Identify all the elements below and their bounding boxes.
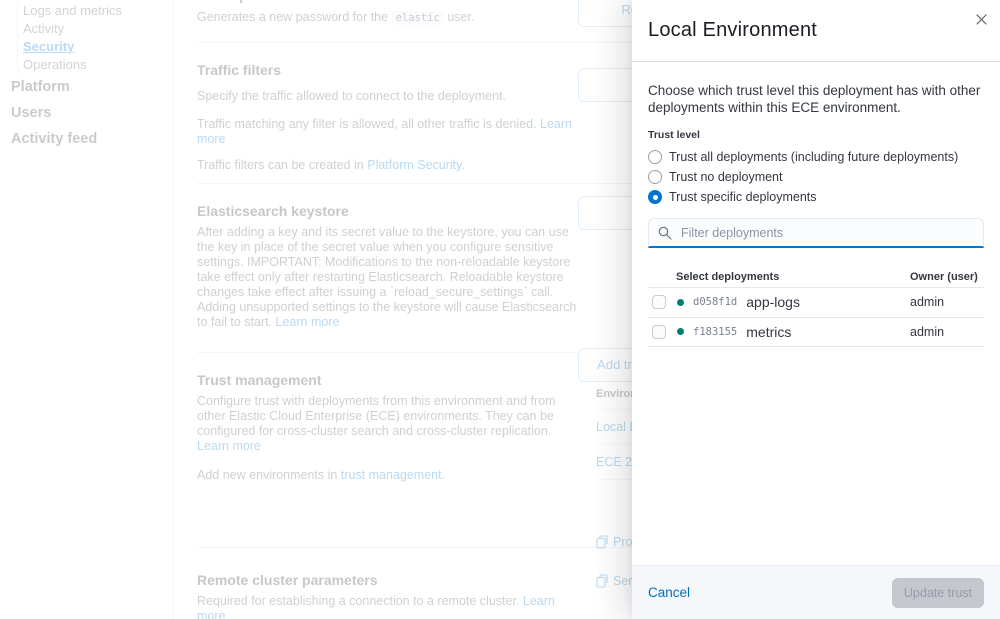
radio-selected-icon <box>648 190 662 204</box>
health-dot-icon <box>677 328 684 335</box>
deployment-owner: admin <box>910 295 984 309</box>
deployment-id: f183155 <box>693 326 737 338</box>
row-checkbox[interactable] <box>652 295 666 309</box>
radio-icon <box>648 170 662 184</box>
deployment-id: d058f1d <box>693 296 737 308</box>
update-trust-button[interactable]: Update trust <box>892 578 984 608</box>
filter-deployments-input[interactable] <box>648 218 984 248</box>
trust-level-label: Trust level <box>648 129 984 141</box>
deployment-name-link[interactable]: app-logs <box>746 294 800 310</box>
trust-level-radio-group: Trust all deployments (including future … <box>648 147 984 207</box>
flyout-intro-text: Choose which trust level this deployment… <box>648 82 984 116</box>
radio-trust-specific-deployments[interactable]: Trust specific deployments <box>648 187 984 207</box>
col-select-deployments: Select deployments <box>676 271 779 283</box>
radio-label: Trust all deployments (including future … <box>669 150 958 164</box>
close-icon <box>976 14 987 25</box>
radio-icon <box>648 150 662 164</box>
col-owner-user: Owner (user) <box>910 271 984 283</box>
deployment-filter <box>648 218 984 248</box>
flyout-header: Local Environment <box>632 0 1000 62</box>
flyout-body: Choose which trust level this deployment… <box>632 62 1000 347</box>
row-checkbox[interactable] <box>652 325 666 339</box>
health-dot-icon <box>677 299 684 306</box>
deployment-name-link[interactable]: metrics <box>746 324 791 340</box>
radio-trust-all-deployments[interactable]: Trust all deployments (including future … <box>648 147 984 167</box>
deployment-owner: admin <box>910 325 984 339</box>
close-button[interactable] <box>970 8 992 30</box>
table-row: d058f1d app-logs admin <box>648 288 984 318</box>
radio-trust-no-deployment[interactable]: Trust no deployment <box>648 167 984 187</box>
radio-label: Trust specific deployments <box>669 190 817 204</box>
flyout-footer: Cancel Update trust <box>632 565 1000 619</box>
table-header-row: Select deployments Owner (user) <box>648 266 984 288</box>
cancel-button[interactable]: Cancel <box>648 585 690 600</box>
radio-label: Trust no deployment <box>669 170 782 184</box>
select-deployments-table: Select deployments Owner (user) d058f1d … <box>648 266 984 347</box>
app-window: Logs and metrics Activity Security Opera… <box>0 0 1000 619</box>
table-row: f183155 metrics admin <box>648 318 984 348</box>
search-icon <box>658 226 672 240</box>
local-environment-flyout: Local Environment Choose which trust lev… <box>632 0 1000 619</box>
flyout-title: Local Environment <box>648 19 817 42</box>
